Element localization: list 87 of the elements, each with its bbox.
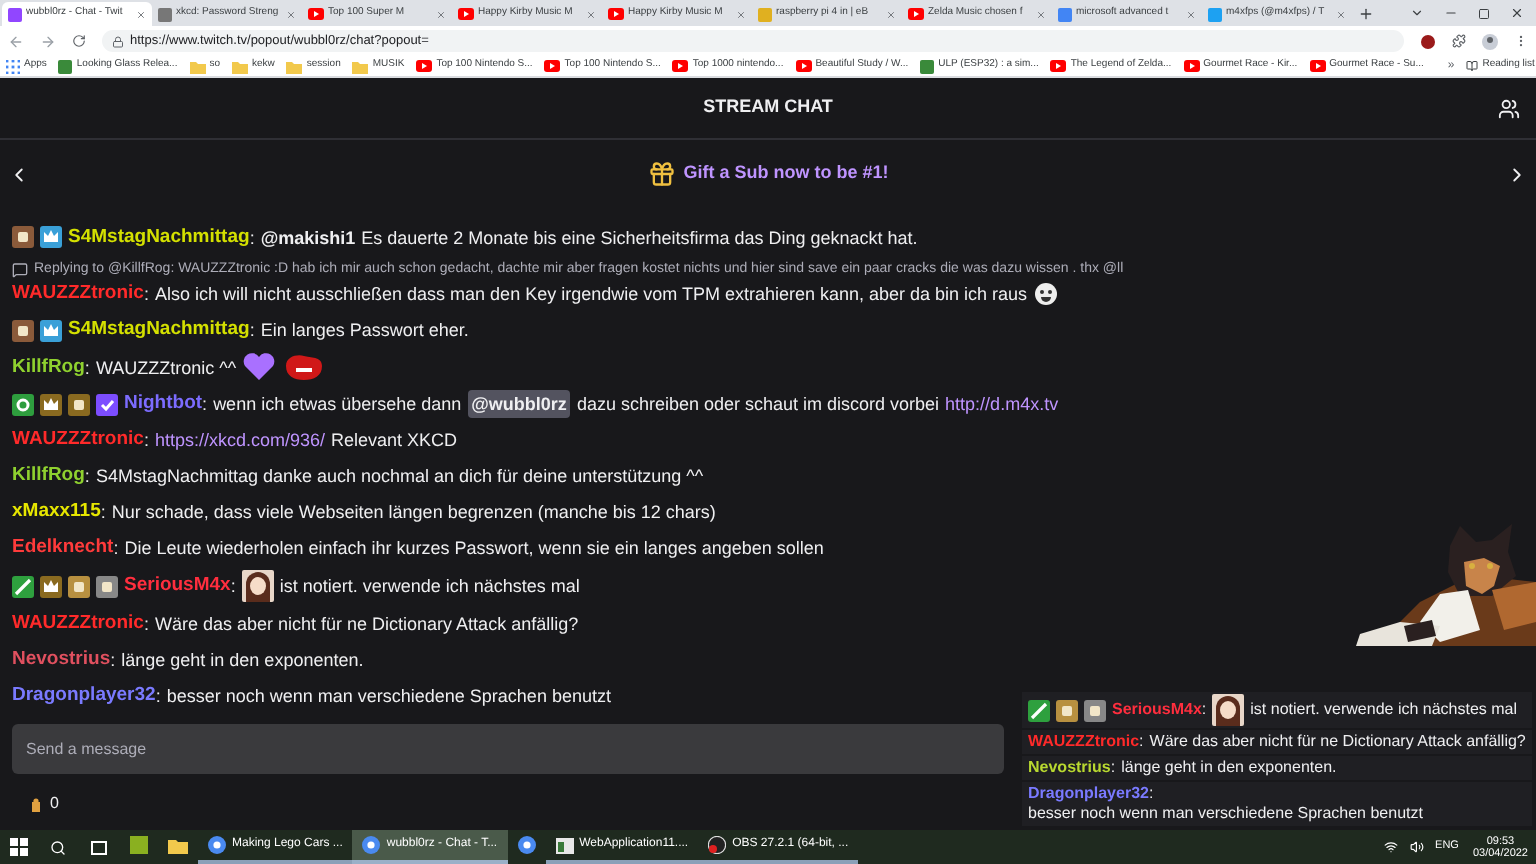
users-icon[interactable] <box>1498 97 1520 119</box>
browser-icon <box>362 836 381 854</box>
menu-icon[interactable] <box>1514 34 1528 48</box>
browser-icon <box>517 836 536 854</box>
close-window-icon[interactable] <box>1510 6 1524 20</box>
colon: : <box>249 318 255 344</box>
windows-icon[interactable] <box>10 838 28 856</box>
colon: : <box>230 574 236 600</box>
mention[interactable]: @makishi1 <box>260 223 356 251</box>
username[interactable]: KillfRog <box>12 353 85 381</box>
search-icon[interactable] <box>50 839 66 855</box>
colon: : <box>100 500 106 526</box>
colon: : <box>143 428 149 454</box>
message-text: besser noch wenn man verschiedene Sprachen benutzt <box>1028 804 1423 824</box>
extension-icon[interactable] <box>1420 33 1436 49</box>
message-text: Wäre das aber nicht für ne Dictionary Attack anfällig? <box>154 612 579 638</box>
message-text: länge geht in den exponenten. <box>1121 758 1337 778</box>
folder-icon <box>168 837 188 853</box>
message-text: ist notiert. verwende ich nächstes mal <box>279 574 580 600</box>
message-text: S4MstagNachmittag danke auch nochmal an dich für deine unterstützung ^^ <box>95 464 704 490</box>
browser-icon <box>208 836 226 854</box>
tab-search-icon[interactable] <box>1410 6 1424 20</box>
lambda-app-icon <box>130 836 148 854</box>
username[interactable]: Edelknecht <box>12 534 114 562</box>
back-icon[interactable] <box>8 33 24 49</box>
username[interactable]: WAUZZZtronic <box>12 280 144 308</box>
book-icon <box>1466 60 1479 72</box>
volume-icon[interactable] <box>1409 840 1424 854</box>
username[interactable]: WAUZZZtronic <box>1028 732 1140 752</box>
colon: : <box>249 225 255 251</box>
window-icon <box>555 837 574 853</box>
colon: : <box>143 612 149 638</box>
reply-icon <box>12 261 28 278</box>
profile-icon[interactable] <box>1482 33 1498 49</box>
colon: : <box>202 392 208 418</box>
restore-icon[interactable] <box>1478 8 1490 20</box>
message-text: ist notiert. verwende ich nächstes mal <box>1250 700 1518 720</box>
message-text: dazu schreiben oder schaut im discord vorbei <box>576 392 940 418</box>
username[interactable]: KillfRog <box>12 462 85 490</box>
reload-icon[interactable] <box>72 34 86 48</box>
message-text: länge geht in den exponenten. <box>121 648 364 674</box>
colon: : <box>84 355 90 381</box>
message-input[interactable]: Send a message <box>12 724 1004 774</box>
link[interactable]: https://xkcd.com/936/ <box>154 426 326 454</box>
record-icon <box>708 836 727 854</box>
network-icon[interactable] <box>1383 840 1398 854</box>
username[interactable]: Dragonplayer32 <box>1028 784 1149 804</box>
username[interactable]: Nightbot <box>124 390 203 418</box>
colon: : <box>1201 700 1207 720</box>
link[interactable]: http://d.m4x.tv <box>945 390 1059 418</box>
colon: : <box>155 684 161 710</box>
username[interactable]: SeriousM4x <box>1112 700 1202 720</box>
username[interactable]: WAUZZZtronic <box>12 610 144 638</box>
username[interactable]: Dragonplayer32 <box>12 682 156 710</box>
new-tab-icon[interactable] <box>1358 6 1374 22</box>
username[interactable]: Nevostrius <box>1028 758 1111 778</box>
message-text: Es dauerte 2 Monate bis eine Sicherheitsfirma das Ding geknackt hat. <box>361 225 918 251</box>
points-icon[interactable] <box>30 797 42 811</box>
mention[interactable]: @wubbl0rz <box>467 390 571 418</box>
message-text: wenn ich etwas übersehe dann <box>213 392 462 418</box>
colon: : <box>143 282 149 308</box>
extensions-icon[interactable] <box>1452 34 1466 48</box>
message-text: Wäre das aber nicht für ne Dictionary Attack anfällig? <box>1149 732 1526 752</box>
chat-title: STREAM CHAT <box>703 94 833 121</box>
message-text: Nur schade, dass viele Webseiten längen begrenzen (manche bis 12 chars) <box>111 500 716 526</box>
username[interactable]: SeriousM4x <box>124 572 231 600</box>
colon: : <box>110 648 116 674</box>
banner-text: Gift a Sub now to be #1! <box>683 160 889 187</box>
message-text: Also ich will nicht ausschließen dass man den Key irgendwie vom TPM extrahieren kann, aber da bin ich raus <box>154 282 1028 308</box>
message-text: Ein langes Passwort eher. <box>260 318 469 344</box>
gift-icon <box>647 160 676 188</box>
colon: : <box>113 536 119 562</box>
colon: : <box>1110 758 1116 778</box>
task-view-icon[interactable] <box>90 839 108 855</box>
message-text: WAUZZZtronic ^^ <box>95 355 237 381</box>
colon: : <box>1148 784 1154 804</box>
username[interactable]: WAUZZZtronic <box>12 426 144 454</box>
colon: : <box>84 464 90 490</box>
message-text: besser noch wenn man verschiedene Sprachen benutzt <box>166 684 611 710</box>
username[interactable]: xMaxx115 <box>12 498 101 526</box>
points-count: 0 <box>50 792 59 816</box>
message-text: Relevant XKCD <box>331 428 458 454</box>
username[interactable]: Nevostrius <box>12 646 111 674</box>
message-text: Die Leute wiederholen einfach ihr kurzes Passwort, wenn sie ein langes angeben sollen <box>124 536 824 562</box>
username[interactable]: S4MstagNachmittag <box>68 316 250 344</box>
username[interactable]: S4MstagNachmittag <box>68 223 250 251</box>
colon: : <box>1139 732 1144 752</box>
